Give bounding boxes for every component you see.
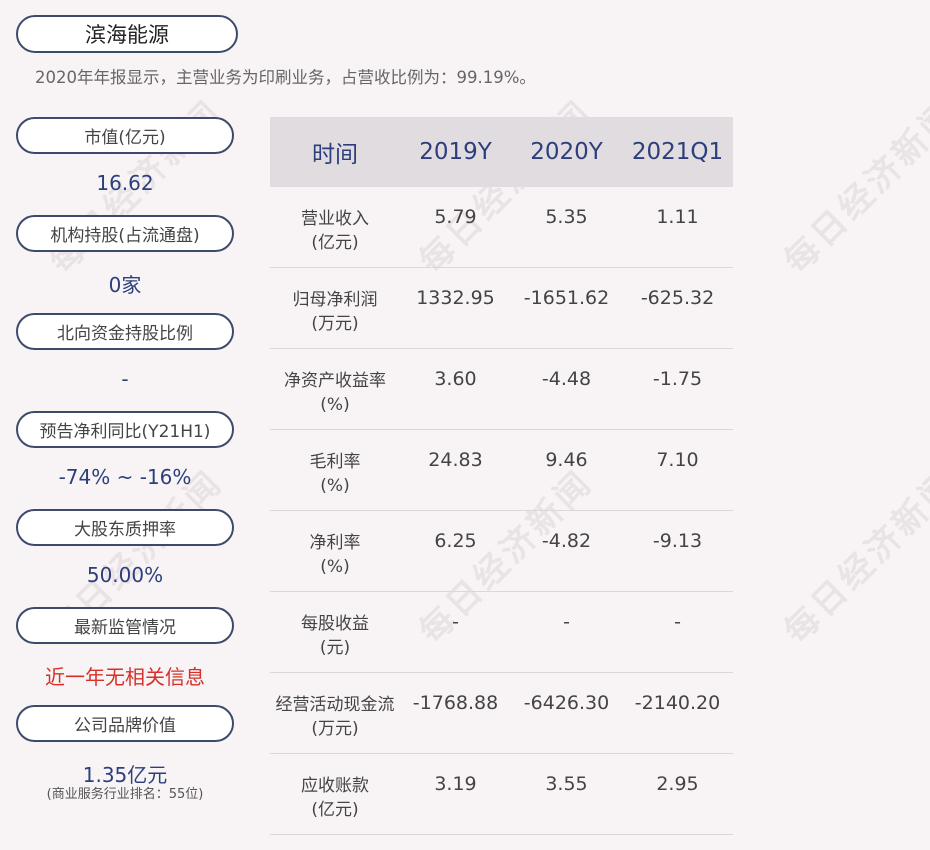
row-label-name: 归母净利润: [292, 290, 378, 310]
metric-value-pledge: 50.00%: [86, 563, 164, 587]
row-label-name: 营业收入: [301, 209, 369, 229]
row-label-unit: (%): [320, 557, 350, 577]
cell-value: 7.10: [656, 449, 699, 471]
cell-value: 2.95: [656, 773, 699, 795]
table-body: 营业收入 (亿元) 5.79 5.35 1.11 归母净利润 (万元) 1332.95 -165…: [270, 187, 733, 835]
table-row: 净资产收益率 (%) 3.60 -4.48 -1.75: [270, 349, 733, 430]
cell-value: 3.19: [434, 773, 477, 795]
table-row: 净利率 (%) 6.25 -4.82 -9.13: [270, 511, 733, 592]
table-row: 毛利率 (%) 24.83 9.46 7.10: [270, 430, 733, 511]
cell-value: -: [452, 611, 459, 633]
header-time: 时间: [312, 142, 358, 168]
row-label-unit: (万元): [311, 314, 359, 334]
cell-value: 6.25: [434, 530, 477, 552]
cell-value: -625.32: [640, 287, 715, 309]
metric-value-northbound: -: [121, 367, 129, 391]
cell-value: -4.48: [541, 368, 592, 390]
row-label-name: 每股收益: [301, 614, 369, 634]
cell-value: -: [563, 611, 570, 633]
metric-label-institution: 机构持股(占流通盘): [16, 215, 234, 252]
cell-value: -2140.20: [634, 692, 721, 714]
row-label-unit: (亿元): [311, 233, 359, 253]
cell-value: 1.11: [656, 206, 699, 228]
metric-label-market-cap: 市值(亿元): [16, 117, 234, 154]
metric-label-regulation: 最新监管情况: [16, 607, 234, 644]
page: 每日经济新闻 每日经济新闻 每日经济新闻 每日经济新闻 每日经济新闻 每日经济新…: [0, 0, 930, 850]
header-2020y: 2020Y: [530, 139, 603, 165]
metric-value-forecast: -74% ~ -16%: [58, 465, 192, 489]
row-label: 净利率 (%): [270, 511, 400, 591]
row-label: 毛利率 (%): [270, 430, 400, 510]
row-label-unit: (万元): [311, 719, 359, 739]
row-label-name: 经营活动现金流: [275, 695, 395, 715]
watermark: 每日经济新闻: [776, 92, 930, 282]
cell-value: 3.55: [545, 773, 588, 795]
cell-value: 3.60: [434, 368, 477, 390]
table-row: 应收账款 (亿元) 3.19 3.55 2.95: [270, 754, 733, 835]
row-label: 净资产收益率 (%): [270, 349, 400, 429]
row-label-unit: (亿元): [311, 800, 359, 820]
row-label: 每股收益 (元): [270, 592, 400, 672]
company-name: 滨海能源: [16, 15, 238, 53]
watermark: 每日经济新闻: [776, 462, 930, 652]
row-label: 归母净利润 (万元): [270, 268, 400, 348]
header-2019y: 2019Y: [419, 139, 492, 165]
cell-value: -6426.30: [523, 692, 610, 714]
row-label: 应收账款 (亿元): [270, 754, 400, 834]
cell-value: 24.83: [428, 449, 483, 471]
row-label: 营业收入 (亿元): [270, 187, 400, 267]
metric-value-institution: 0家: [108, 273, 142, 297]
row-label-unit: (%): [320, 476, 350, 496]
table-row: 每股收益 (元) - - -: [270, 592, 733, 673]
summary-text: 2020年年报显示，主营业务为印刷业务，占营收比例为：99.19%。: [35, 68, 536, 87]
metric-note-brand: (商业服务行业排名：55位): [46, 787, 204, 802]
metric-label-pledge: 大股东质押率: [16, 509, 234, 546]
metric-label-northbound: 北向资金持股比例: [16, 313, 234, 350]
row-label: 经营活动现金流 (万元): [270, 673, 400, 753]
cell-value: 5.79: [434, 206, 477, 228]
cell-value: -: [674, 611, 681, 633]
table-row: 经营活动现金流 (万元) -1768.88 -6426.30 -2140.20: [270, 673, 733, 754]
cell-value: 5.35: [545, 206, 588, 228]
cell-value: -9.13: [652, 530, 703, 552]
row-label-unit: (元): [319, 638, 351, 658]
cell-value: -4.82: [541, 530, 592, 552]
metric-value-market-cap: 16.62: [96, 171, 154, 195]
metric-value-regulation: 近一年无相关信息: [45, 665, 205, 689]
cell-value: -1651.62: [523, 287, 610, 309]
table-header: 时间 2019Y 2020Y 2021Q1: [270, 117, 733, 187]
row-label-name: 应收账款: [301, 776, 369, 796]
header-2021q1: 2021Q1: [631, 139, 724, 165]
cell-value: 9.46: [545, 449, 588, 471]
row-label-name: 净资产收益率: [284, 371, 386, 391]
metric-label-forecast: 预告净利同比(Y21H1): [16, 411, 234, 448]
table-row: 营业收入 (亿元) 5.79 5.35 1.11: [270, 187, 733, 268]
row-label-unit: (%): [320, 395, 350, 415]
row-label-name: 毛利率: [309, 452, 361, 472]
cell-value: 1332.95: [416, 287, 495, 309]
metric-label-brand: 公司品牌价值: [16, 705, 234, 742]
table-row: 归母净利润 (万元) 1332.95 -1651.62 -625.32: [270, 268, 733, 349]
cell-value: -1768.88: [412, 692, 499, 714]
financial-table: 时间 2019Y 2020Y 2021Q1 营业收入 (亿元) 5.79 5.35 1.…: [270, 117, 733, 835]
cell-value: -1.75: [652, 368, 703, 390]
row-label-name: 净利率: [309, 533, 361, 553]
